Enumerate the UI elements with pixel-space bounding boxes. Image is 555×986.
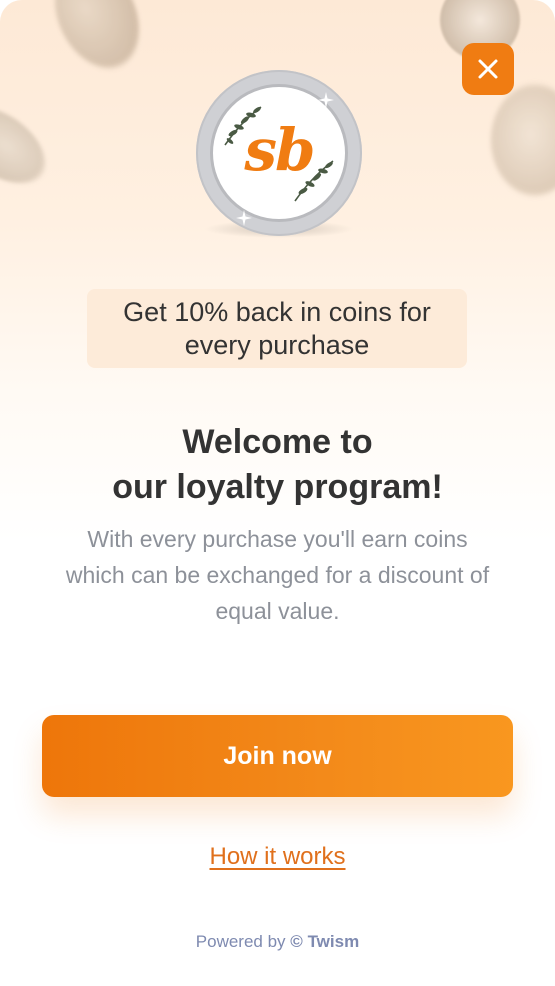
join-now-button[interactable]: Join now: [42, 715, 513, 797]
copyright-icon: ©: [290, 932, 303, 951]
background-coin-decoration: [491, 85, 555, 195]
background-coin-decoration: [38, 0, 156, 82]
coin-rim: sb: [196, 70, 362, 236]
brand-coin-logo: sb: [196, 70, 362, 240]
how-it-works-link-container: How it works: [0, 843, 555, 871]
how-it-works-link[interactable]: How it works: [209, 843, 345, 870]
loyalty-popup: sb Get 10% back in coins for every purch…: [0, 0, 555, 986]
powered-by-text: Powered by: [195, 932, 286, 951]
cashback-promo-badge: Get 10% back in coins for every purchase: [87, 289, 467, 368]
twism-brand-link[interactable]: Twism: [308, 932, 360, 951]
page-title: Welcome to our loyalty program!: [112, 423, 443, 506]
powered-by-footer: Powered by © Twism: [0, 932, 555, 952]
program-description: With every purchase you'll earn coins wh…: [65, 526, 490, 624]
close-button[interactable]: [462, 43, 514, 95]
close-icon: [478, 59, 498, 79]
background-coin-decoration: [0, 91, 59, 199]
sparkle-icon: [318, 92, 334, 108]
sparkle-icon: [236, 210, 252, 226]
